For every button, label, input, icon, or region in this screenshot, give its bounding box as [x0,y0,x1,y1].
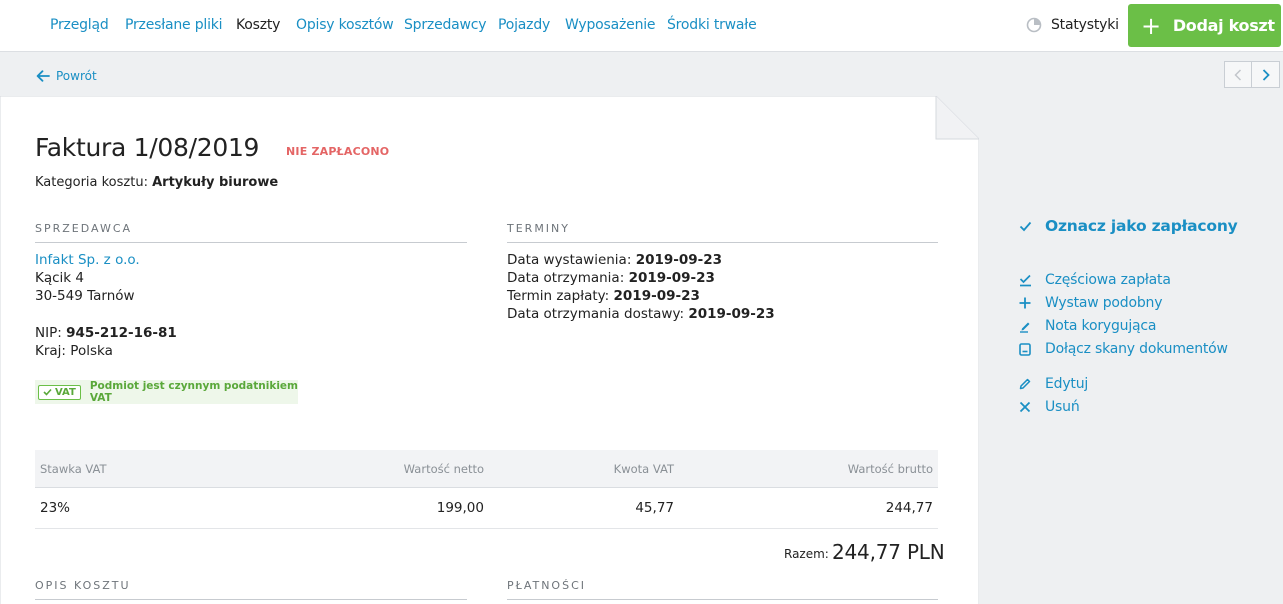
chevron-right-icon [1262,68,1270,81]
edit-label: Edytuj [1045,376,1089,392]
close-icon [1017,399,1033,415]
document-pager [1224,61,1280,88]
payment-status-badge: NIE ZAPŁACONO [286,145,390,158]
invoice-title: Faktura 1/08/2019 [35,133,260,162]
correction-note-label: Nota korygująca [1045,318,1157,334]
issue-similar-button[interactable]: Wystaw podobny [1017,295,1162,311]
cost-category-value: Artykuły biurowe [152,175,279,190]
column-header-vat-amount: Kwota VAT [613,462,674,476]
term-delivery-date: Data otrzymania dostawy: 2019-09-23 [507,306,775,322]
total-value: 244,77 PLN [832,540,945,564]
cost-description-heading: OPIS KOSZTU [35,579,131,592]
pie-chart-icon [1026,17,1042,33]
column-header-vat-rate: Stawka VAT [40,462,107,476]
term-payment-due: Termin zapłaty: 2019-09-23 [507,288,700,304]
vat-tag-label: VAT [55,386,76,398]
vat-status-badge: VAT Podmiot jest czynnym podatnikiem VAT [35,380,298,404]
cost-description-divider [35,599,467,600]
vat-tag: VAT [38,384,81,400]
seller-country-label: Kraj: [35,343,66,359]
back-link[interactable]: Powrót [36,69,97,83]
term-label: Data otrzymania dostawy: [507,306,685,322]
payments-divider [507,599,938,600]
terms-heading: TERMINY [507,222,570,235]
payments-heading: PŁATNOŚCI [507,579,586,592]
partial-payment-button[interactable]: Częściowa zapłata [1017,272,1171,288]
nav-przeslane-pliki[interactable]: Przesłane pliki [125,17,223,33]
delete-label: Usuń [1045,399,1080,415]
nav-pojazdy[interactable]: Pojazdy [498,17,550,33]
column-header-gross: Wartość brutto [847,462,933,476]
check-icon [1017,218,1033,234]
term-label: Termin zapłaty: [507,288,610,304]
nav-wyposazenie[interactable]: Wyposażenie [565,17,656,33]
term-label: Data wystawienia: [507,252,632,268]
partial-payment-label: Częściowa zapłata [1045,272,1171,288]
nav-koszty[interactable]: Koszty [236,17,280,33]
total-label: Razem: [784,547,829,561]
pencil-line-icon [1017,318,1033,334]
term-issue-date: Data wystawienia: 2019-09-23 [507,252,722,268]
add-cost-button[interactable]: + Dodaj koszt [1128,4,1281,47]
term-value: 2019-09-23 [613,288,700,304]
check-underline-icon [1017,272,1033,288]
next-document-button[interactable] [1252,61,1280,88]
seller-nip: NIP: 945-212-16-81 [35,325,177,341]
issue-similar-label: Wystaw podobny [1045,295,1163,311]
seller-name-link[interactable]: Infakt Sp. z o.o. [35,252,140,268]
cell-vat-rate: 23% [40,500,71,516]
seller-country: Kraj: Polska [35,343,113,359]
seller-divider [35,242,467,243]
arrow-left-icon [36,70,50,82]
nav-przeglad[interactable]: Przegląd [50,17,109,33]
top-navigation: Przegląd Przesłane pliki Koszty Opisy ko… [0,0,1283,52]
term-value: 2019-09-23 [688,306,775,322]
correction-note-button[interactable]: Nota korygująca [1017,318,1156,334]
vat-status-text: Podmiot jest czynnym podatnikiem VAT [89,380,298,404]
previous-document-button[interactable] [1224,61,1252,88]
mark-as-paid-button[interactable]: Oznacz jako zapłacony [1017,217,1238,235]
plus-icon: + [1141,11,1161,40]
add-cost-label: Dodaj koszt [1172,16,1275,35]
delete-button[interactable]: Usuń [1017,399,1080,415]
back-label: Powrót [56,69,97,83]
terms-divider [507,242,938,243]
statistics-label: Statystyki [1051,17,1119,33]
check-icon [43,388,52,396]
term-value: 2019-09-23 [635,252,723,268]
term-value: 2019-09-23 [628,270,715,286]
cell-gross: 244,77 [885,500,933,516]
nav-opisy-kosztow[interactable]: Opisy kosztów [296,17,394,33]
vat-table-header: Stawka VAT Wartość netto Kwota VAT Warto… [35,450,938,488]
table-row-divider [35,528,938,529]
seller-country-value: Polska [70,343,113,359]
nav-sprzedawcy[interactable]: Sprzedawcy [404,17,487,33]
plus-icon [1017,295,1033,311]
seller-nip-label: NIP: [35,325,62,341]
chevron-left-icon [1234,68,1242,81]
seller-nip-value: 945-212-16-81 [66,325,177,341]
nav-srodki-trwale[interactable]: Środki trwałe [667,17,757,33]
cost-category-label: Kategoria kosztu: [35,175,148,190]
column-header-net: Wartość netto [403,462,484,476]
cell-vat-amount: 45,77 [635,500,674,516]
cell-net: 199,00 [436,500,484,516]
mark-as-paid-label: Oznacz jako zapłacony [1045,217,1238,235]
document-scan-icon [1017,341,1033,357]
pencil-icon [1017,376,1033,392]
seller-street: Kącik 4 [35,270,84,286]
edit-button[interactable]: Edytuj [1017,376,1088,392]
seller-heading: SPRZEDAWCA [35,222,133,235]
term-received-date: Data otrzymania: 2019-09-23 [507,270,715,286]
statistics-button[interactable]: Statystyki [1026,17,1119,33]
attach-scans-button[interactable]: Dołącz skany dokumentów [1017,341,1228,357]
term-label: Data otrzymania: [507,270,625,286]
seller-city: 30-549 Tarnów [35,288,135,304]
attach-scans-label: Dołącz skany dokumentów [1045,341,1228,357]
cost-category: Kategoria kosztu: Artykuły biurowe [35,175,278,190]
